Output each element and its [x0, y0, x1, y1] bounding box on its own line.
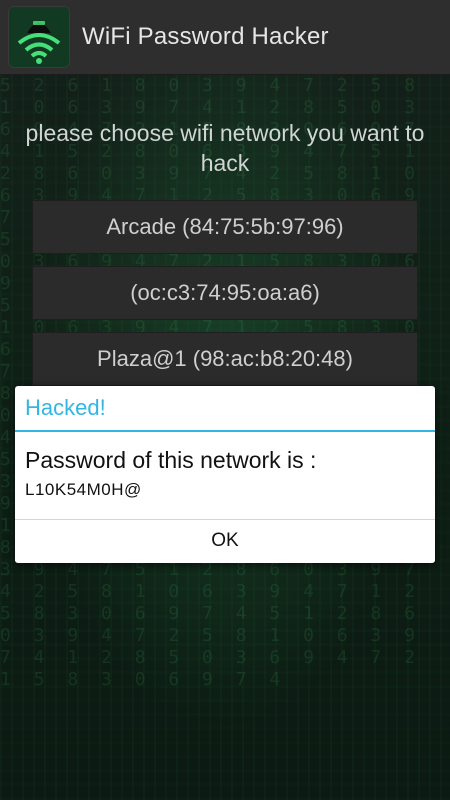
- network-button-plaza[interactable]: Plaza@1 (98:ac:b8:20:48): [32, 332, 418, 386]
- action-bar: WiFi Password Hacker: [0, 0, 450, 75]
- ok-button[interactable]: OK: [15, 520, 435, 562]
- dialog-password: L10K54M0H@: [25, 480, 142, 499]
- choose-network-prompt: please choose wifi network you want to h…: [25, 120, 425, 176]
- app-icon-graphic: [9, 7, 69, 67]
- dialog-title: Hacked!: [25, 395, 106, 420]
- app-title: WiFi Password Hacker: [82, 23, 329, 50]
- network-button-unnamed[interactable]: (oc:c3:74:95:oa:a6): [32, 266, 418, 320]
- network-button-arcade[interactable]: Arcade (84:75:5b:97:96): [32, 200, 418, 254]
- dialog-body: Password of this network is : L10K54M0H@: [15, 432, 435, 519]
- hacker-wifi-icon[interactable]: [8, 6, 70, 68]
- dialog-message: Password of this network is :: [25, 447, 317, 473]
- hacked-dialog: Hacked! Password of this network is : L1…: [15, 386, 435, 563]
